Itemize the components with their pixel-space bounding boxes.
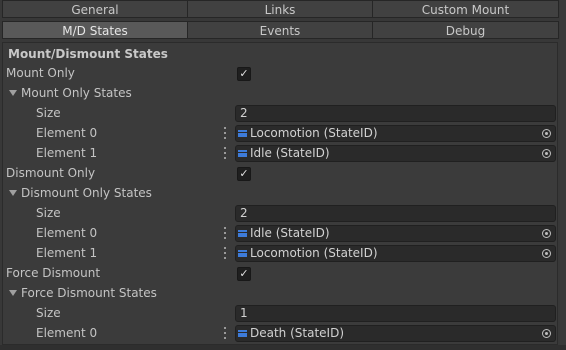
mount-only-label: Mount Only: [6, 66, 75, 80]
tab-links[interactable]: Links: [187, 0, 373, 18]
force-dismount-states-label: Force Dismount States: [21, 286, 157, 300]
bottom-edge: [0, 345, 566, 350]
dismount-only-size-row: Size 2: [0, 204, 560, 224]
element-label: Element 0: [36, 226, 98, 240]
tab-row-1: General Links Custom Mount: [2, 0, 559, 19]
scriptable-object-icon: [238, 230, 247, 237]
section-title: Mount/Dismount States: [8, 47, 168, 61]
drag-handle-icon[interactable]: [224, 327, 226, 339]
object-picker-icon[interactable]: [542, 329, 551, 338]
object-value: Death (StateID): [250, 326, 345, 340]
object-value: Idle (StateID): [250, 146, 330, 160]
mount-only-states-foldout[interactable]: Mount Only States: [0, 84, 560, 104]
scriptable-object-icon: [238, 330, 247, 337]
drag-handle-icon[interactable]: [224, 247, 226, 259]
force-dismount-label: Force Dismount: [6, 266, 101, 280]
dismount-only-row: Dismount Only ✓: [0, 164, 560, 184]
object-picker-icon[interactable]: [542, 149, 551, 158]
drag-handle-icon[interactable]: [224, 227, 226, 239]
mount-only-element-1-row: Element 1 Idle (StateID): [0, 144, 560, 164]
dismount-only-size-input[interactable]: 2: [235, 205, 556, 222]
dismount-only-checkbox[interactable]: ✓: [237, 167, 251, 181]
size-label: Size: [36, 206, 61, 220]
force-dismount-element-0-field[interactable]: Death (StateID): [235, 325, 556, 342]
drag-handle-icon[interactable]: [224, 127, 226, 139]
mount-only-states-label: Mount Only States: [21, 86, 132, 100]
element-label: Element 1: [36, 146, 98, 160]
object-value: Locomotion (StateID): [250, 246, 378, 260]
dismount-only-label: Dismount Only: [6, 166, 96, 180]
tab-events[interactable]: Events: [187, 21, 373, 39]
tab-bar: General Links Custom Mount M/D States Ev…: [0, 0, 566, 42]
force-dismount-size-input[interactable]: 1: [235, 305, 556, 322]
tab-debug[interactable]: Debug: [372, 21, 559, 39]
mount-only-size-input[interactable]: 2: [235, 105, 556, 122]
mount-only-size-row: Size 2: [0, 104, 560, 124]
dismount-only-states-label: Dismount Only States: [21, 186, 152, 200]
drag-handle-icon[interactable]: [224, 147, 226, 159]
element-label: Element 0: [36, 126, 98, 140]
object-picker-icon[interactable]: [542, 129, 551, 138]
tab-md-states[interactable]: M/D States: [2, 21, 188, 39]
object-value: Idle (StateID): [250, 226, 330, 240]
dismount-only-element-1-field[interactable]: Locomotion (StateID): [235, 245, 556, 262]
force-dismount-element-0-row: Element 0 Death (StateID): [0, 324, 560, 344]
force-dismount-row: Force Dismount ✓: [0, 264, 560, 284]
mount-only-element-1-field[interactable]: Idle (StateID): [235, 145, 556, 162]
scrollbar-track[interactable]: [560, 0, 566, 345]
tab-custom-mount[interactable]: Custom Mount: [372, 0, 559, 18]
element-label: Element 0: [36, 326, 98, 340]
dismount-only-states-foldout[interactable]: Dismount Only States: [0, 184, 560, 204]
mount-only-checkbox[interactable]: ✓: [237, 67, 251, 81]
scriptable-object-icon: [238, 130, 247, 137]
triangle-down-icon[interactable]: [9, 90, 17, 96]
mount-only-row: Mount Only ✓: [0, 64, 560, 84]
object-picker-icon[interactable]: [542, 249, 551, 258]
tab-general[interactable]: General: [2, 0, 188, 18]
mount-only-element-0-field[interactable]: Locomotion (StateID): [235, 125, 556, 142]
size-label: Size: [36, 306, 61, 320]
force-dismount-checkbox[interactable]: ✓: [237, 267, 251, 281]
object-picker-icon[interactable]: [542, 229, 551, 238]
dismount-only-element-1-row: Element 1 Locomotion (StateID): [0, 244, 560, 264]
tab-row-2: M/D States Events Debug: [2, 21, 559, 40]
force-dismount-size-row: Size 1: [0, 304, 560, 324]
triangle-down-icon[interactable]: [9, 290, 17, 296]
scriptable-object-icon: [238, 150, 247, 157]
size-label: Size: [36, 106, 61, 120]
scriptable-object-icon: [238, 250, 247, 257]
object-value: Locomotion (StateID): [250, 126, 378, 140]
dismount-only-element-0-field[interactable]: Idle (StateID): [235, 225, 556, 242]
force-dismount-states-foldout[interactable]: Force Dismount States: [0, 284, 560, 304]
dismount-only-element-0-row: Element 0 Idle (StateID): [0, 224, 560, 244]
element-label: Element 1: [36, 246, 98, 260]
triangle-down-icon[interactable]: [9, 190, 17, 196]
mount-only-element-0-row: Element 0 Locomotion (StateID): [0, 124, 560, 144]
